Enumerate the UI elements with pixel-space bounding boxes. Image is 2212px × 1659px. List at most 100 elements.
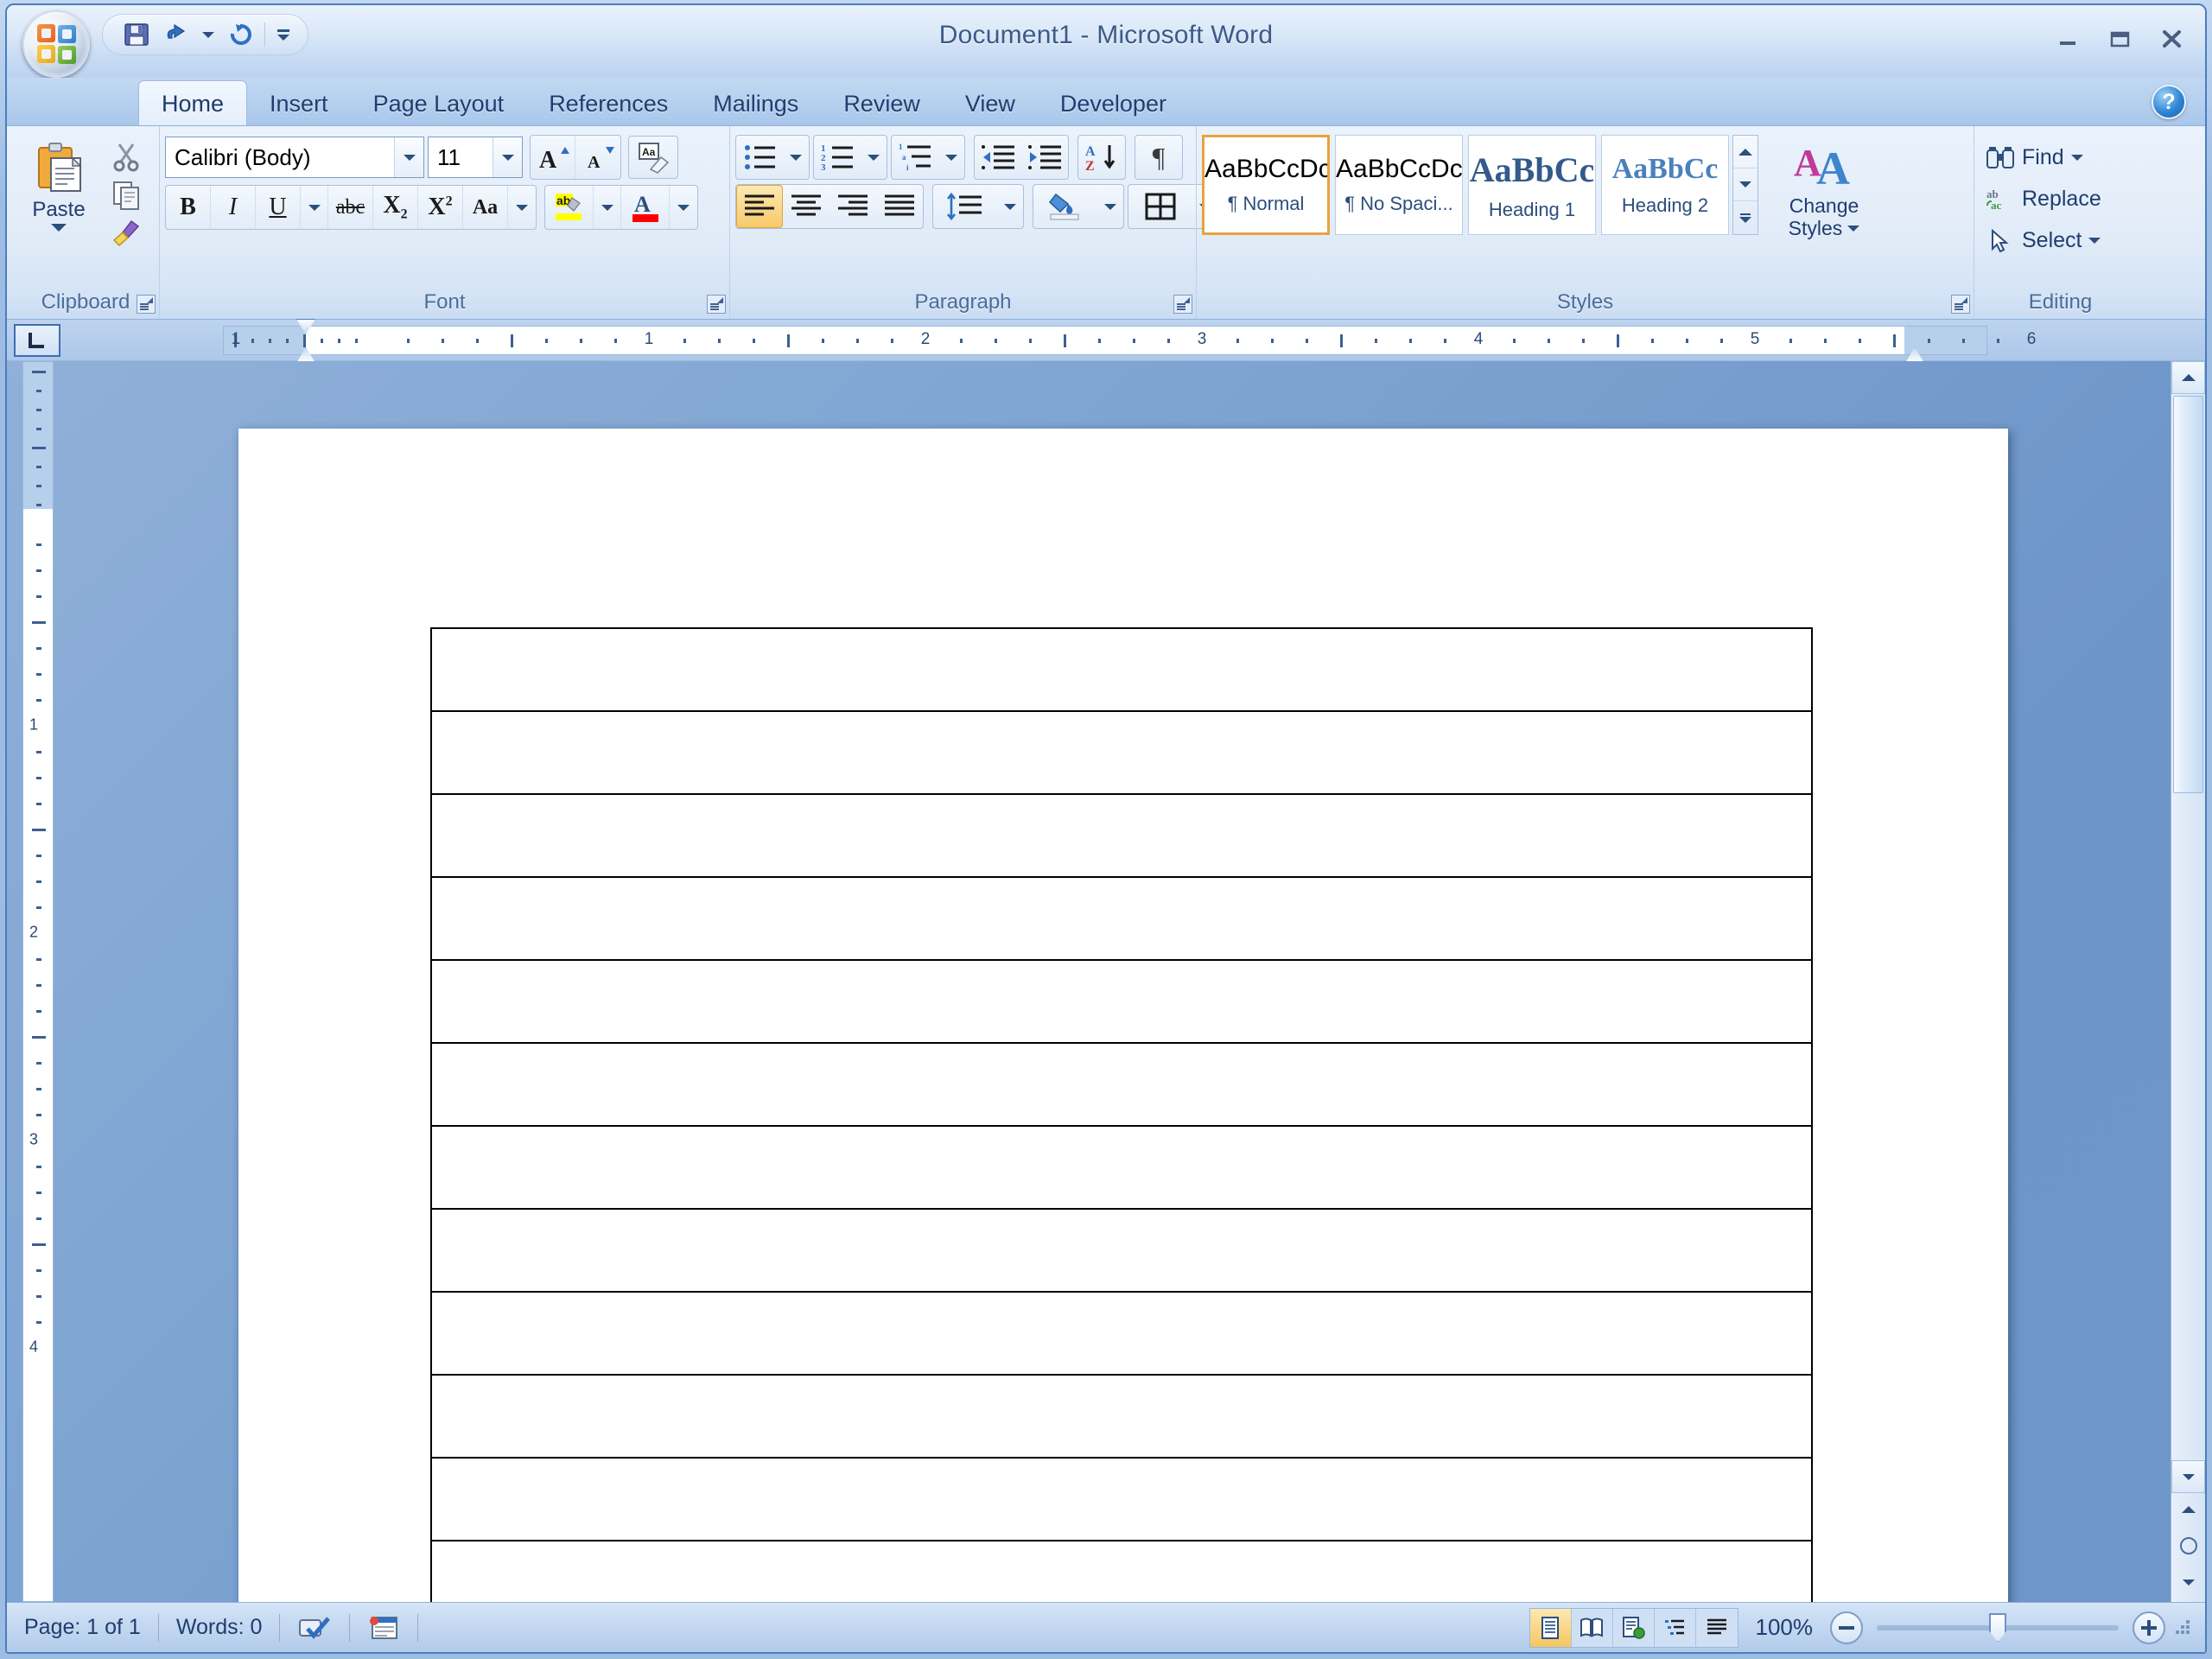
zoom-level[interactable]: 100% [1744,1614,1826,1641]
font-color-button[interactable]: A [621,186,670,229]
style-heading-1[interactable]: AaBbCс Heading 1 [1468,135,1596,235]
replace-button[interactable]: ab ac Replace [1980,180,2107,218]
table-row[interactable] [430,876,1813,961]
underline-dropdown-icon[interactable] [301,186,328,229]
change-styles-dropdown-icon[interactable] [1847,225,1860,232]
table-cell[interactable] [430,710,1813,795]
font-dialog-launcher[interactable] [707,295,726,314]
close-icon[interactable] [2153,24,2190,54]
table-row[interactable] [430,1540,1813,1602]
find-dropdown-icon[interactable] [2070,154,2083,161]
tab-review[interactable]: Review [821,82,943,125]
undo-icon[interactable] [158,18,194,51]
view-web-layout[interactable] [1613,1608,1655,1647]
style-no-spacing[interactable]: AaBbCcDc ¶ No Spaci... [1335,135,1463,235]
tab-mailings[interactable]: Mailings [690,82,821,125]
subscript-button[interactable]: X2 [373,186,418,229]
format-painter-button[interactable] [104,214,149,251]
font-size-combobox[interactable]: 11 [428,137,523,178]
grow-font-button[interactable]: A [531,136,575,179]
redo-icon[interactable] [222,18,258,51]
page-indicator[interactable]: Page: 1 of 1 [7,1603,158,1653]
tab-view[interactable]: View [943,82,1038,125]
clipboard-dialog-launcher[interactable] [137,295,156,314]
table-cell[interactable] [430,876,1813,961]
select-button[interactable]: Select [1980,221,2107,259]
paste-dropdown-icon[interactable] [51,224,67,232]
table-row[interactable] [430,1457,1813,1541]
style-normal[interactable]: AaBbCcDc ¶ Normal [1202,135,1330,235]
multilevel-list-button[interactable]: 1 ai [892,136,938,179]
styles-scroll-up-icon[interactable] [1733,136,1758,168]
clear-formatting-button[interactable]: Aa [628,136,678,179]
table-cell[interactable] [430,1374,1813,1459]
numbering-button[interactable]: 123 [814,136,861,179]
align-center-button[interactable] [783,185,830,228]
bullets-button[interactable] [736,136,783,179]
font-size-dropdown-icon[interactable] [493,137,522,177]
shading-dropdown-icon[interactable] [1097,185,1123,228]
table-row[interactable] [430,627,1813,712]
tab-page-layout[interactable]: Page Layout [351,82,527,125]
styles-dialog-launcher[interactable] [1951,295,1970,314]
styles-scroll-down-icon[interactable] [1733,168,1758,201]
numbering-dropdown-icon[interactable] [861,136,887,179]
scroll-down-icon[interactable] [2171,1460,2205,1493]
table-row[interactable] [430,793,1813,878]
cut-button[interactable] [104,138,149,175]
view-full-screen-reading[interactable] [1572,1608,1613,1647]
find-button[interactable]: Find [1980,138,2089,176]
previous-page-icon[interactable] [2171,1493,2205,1526]
shrink-font-button[interactable]: A [575,136,620,179]
word-count[interactable]: Words: 0 [159,1603,280,1653]
next-page-icon[interactable] [2171,1566,2205,1599]
borders-button[interactable] [1128,185,1192,228]
shading-button[interactable] [1033,185,1097,228]
vertical-ruler[interactable]: 1 2 3 4 [22,361,54,1602]
table-row[interactable] [430,710,1813,795]
change-case-button[interactable]: Aa [463,186,508,229]
table-cell[interactable] [430,1208,1813,1293]
table-cell[interactable] [430,793,1813,878]
help-icon[interactable]: ? [2152,85,2186,119]
proofing-status-button[interactable] [280,1603,349,1653]
select-browse-object-icon[interactable] [2171,1529,2205,1562]
justify-button[interactable] [876,185,923,228]
bold-button[interactable]: B [166,186,211,229]
line-spacing-dropdown-icon[interactable] [997,185,1023,228]
tab-stop-selector[interactable] [14,324,60,357]
vertical-scrollbar[interactable] [2171,361,2205,1602]
zoom-out-button[interactable] [1830,1611,1863,1644]
tab-home[interactable]: Home [138,80,248,125]
paragraph-dialog-launcher[interactable] [1173,295,1192,314]
change-styles-button[interactable]: A A Change Styles [1767,135,1881,264]
document-table[interactable] [430,627,1813,1602]
office-button[interactable] [22,10,90,78]
table-row[interactable] [430,1042,1813,1127]
highlight-dropdown-icon[interactable] [594,186,621,229]
styles-more-icon[interactable] [1733,201,1758,234]
scroll-up-icon[interactable] [2171,361,2205,394]
strikethrough-button[interactable]: abc [328,186,373,229]
line-spacing-button[interactable] [933,185,997,228]
horizontal-ruler[interactable]: 1 1 2 3 4 5 6 [7,319,2205,377]
customize-qat-icon[interactable] [271,18,296,51]
scrollbar-thumb[interactable] [2173,396,2203,793]
document-page[interactable] [238,429,2008,1602]
table-row[interactable] [430,1208,1813,1293]
zoom-in-button[interactable] [2133,1611,2165,1644]
style-heading-2[interactable]: AaBbCc Heading 2 [1601,135,1729,235]
decrease-indent-button[interactable] [975,136,1021,179]
table-row[interactable] [430,1125,1813,1210]
zoom-slider-thumb[interactable] [1989,1612,2006,1643]
table-cell[interactable] [430,627,1813,712]
table-cell[interactable] [430,1540,1813,1602]
view-outline[interactable] [1655,1608,1696,1647]
restore-icon[interactable] [2101,24,2138,54]
underline-button[interactable]: U [256,186,301,229]
font-color-dropdown-icon[interactable] [670,186,697,229]
minimize-icon[interactable] [2050,24,2086,54]
undo-dropdown-icon[interactable] [198,18,219,51]
ruler-track[interactable]: 1 1 2 3 4 5 6 [223,319,2036,377]
show-formatting-marks-button[interactable]: ¶ [1135,136,1182,179]
